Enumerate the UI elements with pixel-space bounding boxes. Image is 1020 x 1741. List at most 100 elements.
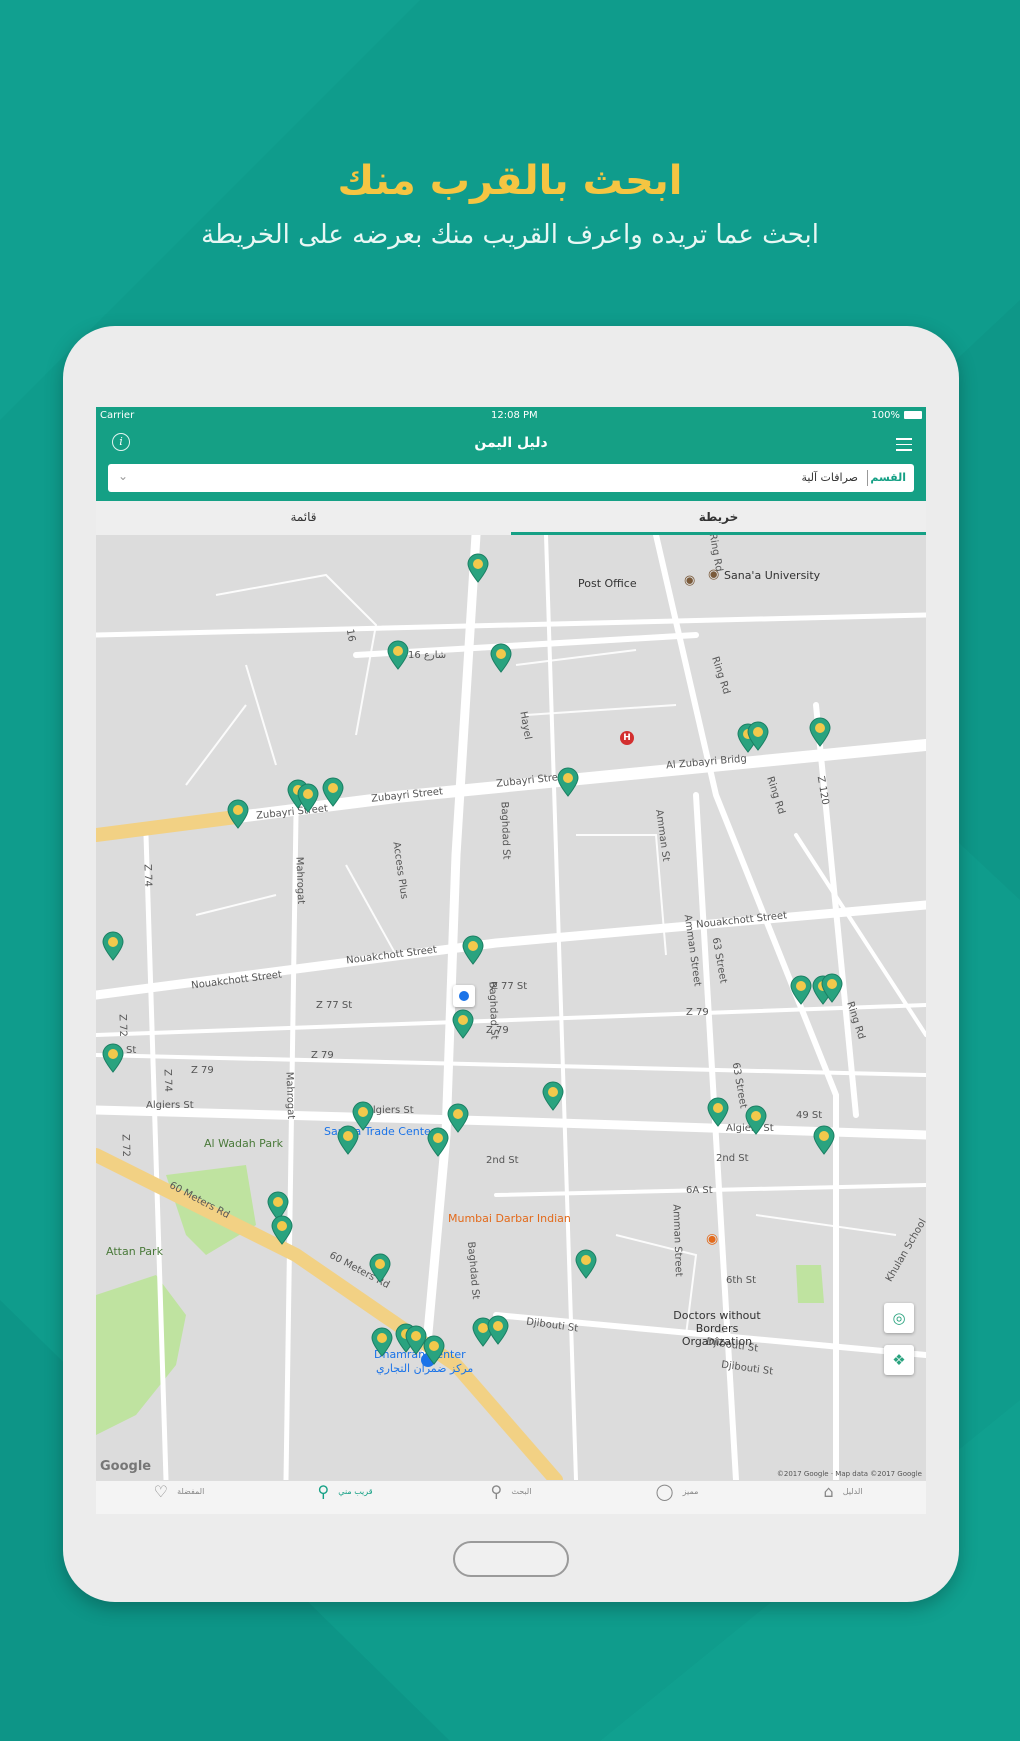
atm-pin-icon[interactable] — [541, 1081, 565, 1111]
atm-pin-icon[interactable] — [321, 777, 345, 807]
street-label: Z 77 St — [316, 1000, 353, 1011]
atm-pin-icon[interactable] — [370, 1327, 394, 1357]
award-icon: ◯ — [655, 1482, 674, 1501]
poi-attan-park[interactable]: Attan Park — [106, 1245, 163, 1258]
category-search-bar[interactable]: القسم صرافات آلية ⌄ — [108, 464, 914, 492]
atm-pin-icon[interactable] — [789, 975, 813, 1005]
tab-map[interactable]: خريطة — [511, 501, 926, 535]
atm-pin-icon[interactable] — [270, 1215, 294, 1245]
atm-pin-icon[interactable] — [336, 1125, 360, 1155]
poi-doctors-without-borders[interactable]: Doctors without Borders Organization — [662, 1309, 772, 1348]
atm-pin-icon[interactable] — [556, 767, 580, 797]
street-label: 49 St — [796, 1110, 823, 1121]
street-label: Z 79 — [191, 1065, 214, 1076]
post-office-icon: ◉ — [684, 573, 696, 588]
battery-percent: 100% — [871, 410, 900, 421]
title-bar: i دليل اليمن — [96, 423, 926, 463]
location-person-icon: ⚲ — [317, 1482, 330, 1501]
status-bar: Carrier 12:08 PM 100% — [96, 407, 926, 423]
street-label: Baghdad St — [498, 801, 512, 860]
poi-sanaa-university[interactable]: Sana'a University — [724, 569, 820, 582]
atm-pin-icon[interactable] — [574, 1249, 598, 1279]
search-icon: ⚲ — [490, 1482, 503, 1501]
university-icon: ◉ — [708, 567, 720, 582]
street-label: 6th St — [726, 1275, 757, 1286]
bottom-navigation: ⌂ الدليل ◯ مميز ⚲ البحث ⚲ قريب مني ♡ الم… — [96, 1480, 926, 1514]
nav-label: مميز — [682, 1487, 699, 1496]
tablet-frame: Carrier 12:08 PM 100% i دليل اليمن القسم… — [63, 326, 959, 1602]
street-label: 2nd St — [486, 1155, 519, 1166]
app-screen: Carrier 12:08 PM 100% i دليل اليمن القسم… — [96, 407, 926, 1514]
nav-item-search[interactable]: ⚲ البحث — [428, 1481, 594, 1514]
atm-pin-icon[interactable] — [426, 1127, 450, 1157]
category-label: القسم — [870, 471, 906, 484]
street-label: Z 79 — [686, 1007, 709, 1018]
street-label: 16 — [343, 628, 357, 643]
atm-pin-icon[interactable] — [226, 799, 250, 829]
heart-icon: ♡ — [153, 1482, 169, 1501]
atm-pin-icon[interactable] — [101, 1043, 125, 1073]
atm-pin-icon[interactable] — [451, 1009, 475, 1039]
street-label: Algiers St — [146, 1100, 194, 1111]
atm-pin-icon[interactable] — [746, 721, 770, 751]
atm-pin-icon[interactable] — [706, 1097, 730, 1127]
nav-item-featured[interactable]: ◯ مميز — [594, 1481, 760, 1514]
map-view[interactable]: Zubayri Street Zubayri Street Zubayri St… — [96, 535, 926, 1480]
tab-list[interactable]: قائمة — [96, 501, 511, 535]
atm-pin-icon[interactable] — [296, 783, 320, 813]
current-location-marker — [453, 985, 475, 1007]
street-label: 2nd St — [716, 1153, 749, 1164]
nav-label: البحث — [511, 1487, 532, 1496]
nav-label: قريب مني — [338, 1487, 373, 1496]
street-label: شارع 16 — [408, 650, 447, 661]
poi-al-wadah-park[interactable]: Al Wadah Park — [204, 1137, 283, 1150]
atm-pin-icon[interactable] — [461, 935, 485, 965]
atm-pin-icon[interactable] — [486, 1315, 510, 1345]
nav-item-nearby[interactable]: ⚲ قريب مني — [262, 1481, 428, 1514]
compass-icon[interactable]: ◎ — [884, 1303, 914, 1333]
street-label: Mahrogat — [293, 856, 307, 905]
atm-pin-icon[interactable] — [820, 973, 844, 1003]
restaurant-icon: ◉ — [706, 1231, 719, 1247]
atm-pin-icon[interactable] — [744, 1105, 768, 1135]
street-label: Baghdad St — [486, 981, 500, 1040]
street-label: Mahrogat — [283, 1071, 297, 1120]
poi-mumbai-darbar[interactable]: Mumbai Darbar Indian — [448, 1212, 571, 1225]
map-streets — [96, 535, 926, 1480]
app-bar: Carrier 12:08 PM 100% i دليل اليمن القسم… — [96, 407, 926, 501]
nav-item-directory[interactable]: ⌂ الدليل — [760, 1481, 926, 1514]
poi-post-office[interactable]: Post Office — [578, 577, 637, 590]
street-label: St — [126, 1045, 137, 1056]
atm-pin-icon[interactable] — [101, 931, 125, 961]
atm-pin-icon[interactable] — [808, 717, 832, 747]
street-label: Z 74 — [141, 863, 154, 888]
hamburger-menu-icon[interactable] — [896, 438, 912, 451]
promo-subtitle: ابحث عما تريده واعرف القريب منك بعرضه عل… — [201, 220, 819, 250]
nav-label: الدليل — [842, 1487, 863, 1496]
tablet-home-button[interactable] — [453, 1541, 569, 1577]
hospital-icon: H — [620, 731, 634, 745]
status-time: 12:08 PM — [491, 410, 538, 421]
my-location-icon[interactable]: ❖ — [884, 1345, 914, 1375]
carrier-label: Carrier — [100, 410, 135, 421]
street-label: 6A St — [686, 1185, 713, 1196]
atm-pin-icon[interactable] — [812, 1125, 836, 1155]
home-icon: ⌂ — [823, 1482, 834, 1501]
atm-pin-icon[interactable] — [368, 1253, 392, 1283]
atm-pin-icon[interactable] — [422, 1335, 446, 1365]
street-label: Z 74 — [161, 1068, 174, 1093]
atm-pin-icon[interactable] — [386, 640, 410, 670]
battery-icon — [904, 411, 922, 419]
promo-title: ابحث بالقرب منك — [337, 158, 683, 204]
nav-label: المفضلة — [177, 1487, 205, 1496]
view-tabs: خريطة قائمة — [96, 501, 926, 535]
category-value: صرافات آلية — [801, 471, 858, 484]
map-attribution[interactable]: ©2017 Google · Map data ©2017 Google — [777, 1470, 922, 1478]
atm-pin-icon[interactable] — [466, 553, 490, 583]
atm-pin-icon[interactable] — [489, 643, 513, 673]
chevron-down-icon[interactable]: ⌄ — [118, 469, 128, 483]
nav-item-favorites[interactable]: ♡ المفضلة — [96, 1481, 262, 1514]
search-divider — [867, 470, 868, 486]
street-label: Z 79 — [311, 1050, 334, 1061]
google-logo: Google — [100, 1459, 152, 1474]
